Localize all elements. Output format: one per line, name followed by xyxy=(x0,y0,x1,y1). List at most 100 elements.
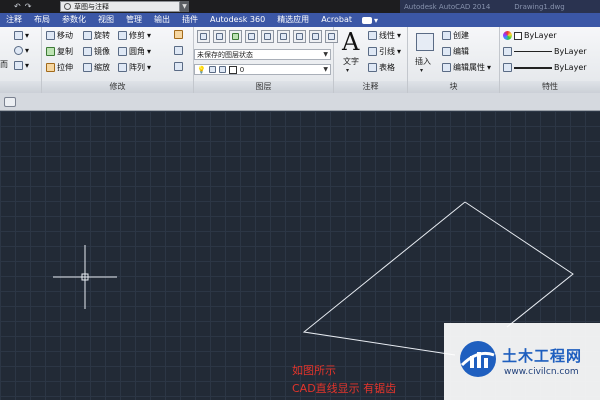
layer-match-button[interactable] xyxy=(293,30,306,43)
table-icon[interactable] xyxy=(368,63,377,72)
tab-acrobat[interactable]: Acrobat xyxy=(315,13,358,27)
layer-properties-icon xyxy=(200,33,207,40)
scale-icon[interactable] xyxy=(83,63,92,72)
edit-block-icon[interactable] xyxy=(442,47,451,56)
insert-button[interactable]: 插入 xyxy=(415,56,431,67)
linear-dimension-icon[interactable] xyxy=(368,31,377,40)
hatch-icon[interactable] xyxy=(14,61,23,70)
tab-parametric[interactable]: 参数化 xyxy=(56,13,92,27)
properties-panel-title[interactable]: 特性 xyxy=(500,81,600,93)
linetype-value[interactable]: ByLayer xyxy=(554,47,587,56)
ribbon-minimize-button[interactable]: ▾ xyxy=(362,16,378,25)
draw-panel-title xyxy=(0,81,41,93)
tab-annotate[interactable]: 注释 xyxy=(0,13,28,27)
layer-iso-button[interactable] xyxy=(229,30,242,43)
edit-attributes-icon[interactable] xyxy=(442,63,451,72)
linetype-icon[interactable] xyxy=(503,47,512,56)
leader-button[interactable]: 引线 xyxy=(379,46,395,57)
layer-state-value: 未保存的图层状态 xyxy=(197,50,253,59)
title-bar: ↶ ↷ 草图与注释 ▼ Autodesk AutoCAD 2014 Drawin… xyxy=(0,0,600,13)
modify-panel-title[interactable]: 修改 xyxy=(42,81,193,93)
create-block-icon[interactable] xyxy=(442,31,451,40)
undo-icon[interactable]: ↶ xyxy=(14,2,21,11)
layer-properties-button[interactable] xyxy=(197,30,210,43)
tab-autodesk-360[interactable]: Autodesk 360 xyxy=(204,13,271,27)
array-icon[interactable] xyxy=(118,63,127,72)
layer-freeze-button[interactable] xyxy=(261,30,274,43)
rotate-icon[interactable] xyxy=(83,31,92,40)
layer-state-button[interactable] xyxy=(213,30,226,43)
layer-state-dropdown[interactable]: 未保存的图层状态 ▼ xyxy=(194,49,331,60)
color-swatch xyxy=(514,31,522,40)
stretch-icon[interactable] xyxy=(46,63,55,72)
cad-line-upper[interactable] xyxy=(464,201,574,328)
table-button[interactable]: 表格 xyxy=(379,62,395,73)
offset-icon[interactable] xyxy=(174,62,183,71)
layer-off-button[interactable] xyxy=(277,30,290,43)
stretch-button[interactable]: 拉伸 xyxy=(57,62,73,73)
trim-icon[interactable] xyxy=(118,31,127,40)
tab-layout[interactable]: 布局 xyxy=(28,13,56,27)
modify-panel: 移动 旋转 修剪 ▾ 复制 镜像 圆角 ▾ 拉伸 缩放 阵列 ▾ 修改 xyxy=(42,27,194,93)
lineweight-value[interactable]: ByLayer xyxy=(554,63,587,72)
modify-row-1: 移动 旋转 修剪 ▾ xyxy=(46,30,151,41)
trim-button[interactable]: 修剪 xyxy=(129,30,145,41)
tab-view[interactable]: 视图 xyxy=(92,13,120,27)
layer-unisolate-button[interactable] xyxy=(245,30,258,43)
edit-button[interactable]: 编辑 xyxy=(453,46,469,57)
layers-panel-title[interactable]: 图层 xyxy=(194,81,333,93)
explode-icon[interactable] xyxy=(174,46,183,55)
tab-featured-apps[interactable]: 精选应用 xyxy=(271,13,315,27)
trim-dropdown-icon[interactable]: ▾ xyxy=(147,31,151,40)
move-button[interactable]: 移动 xyxy=(57,30,73,41)
layer-previous-button[interactable] xyxy=(309,30,322,43)
rectangle-icon[interactable] xyxy=(14,31,23,40)
array-dropdown-icon[interactable]: ▾ xyxy=(147,63,151,72)
move-icon[interactable] xyxy=(46,31,55,40)
create-button[interactable]: 创建 xyxy=(453,30,469,41)
draw-row-1: ▾ xyxy=(14,31,29,40)
leader-icon[interactable] xyxy=(368,47,377,56)
lineweight-row: ByLayer xyxy=(503,63,587,72)
tab-manage[interactable]: 管理 xyxy=(120,13,148,27)
layer-previous-icon xyxy=(312,33,319,40)
copy-icon[interactable] xyxy=(46,47,55,56)
color-value[interactable]: ByLayer xyxy=(524,31,557,40)
array-button[interactable]: 阵列 xyxy=(129,62,145,73)
ellipse-icon[interactable] xyxy=(14,46,23,55)
linear-button[interactable]: 线性 xyxy=(379,30,395,41)
start-tab-icon[interactable] xyxy=(4,97,16,107)
annotation-panel-title[interactable]: 注释 xyxy=(334,81,407,93)
leader-row: 引线 ▾ xyxy=(368,46,401,57)
chevron-down-icon[interactable]: ▾ xyxy=(420,67,423,74)
text-icon[interactable]: A xyxy=(342,29,359,55)
watermark: 土木工程网 www.civilcn.com xyxy=(444,323,600,400)
redo-icon[interactable]: ↷ xyxy=(25,2,32,11)
workspace-dropdown-button[interactable]: ▼ xyxy=(180,1,189,12)
fillet-button[interactable]: 圆角 xyxy=(129,46,145,57)
color-wheel-icon[interactable] xyxy=(503,31,512,40)
cad-line-lower[interactable] xyxy=(302,201,466,356)
layer-dropdown[interactable]: 💡 0 ▼ xyxy=(194,64,331,75)
modify-row-3: 拉伸 缩放 阵列 ▾ xyxy=(46,62,151,73)
lineweight-icon[interactable] xyxy=(503,63,512,72)
workspace-selector[interactable]: 草图与注释 xyxy=(60,1,180,12)
rotate-button[interactable]: 旋转 xyxy=(94,30,110,41)
draw-row-2: ▾ xyxy=(14,46,29,55)
copy-button[interactable]: 复制 xyxy=(57,46,73,57)
tab-plugins[interactable]: 插件 xyxy=(176,13,204,27)
mirror-button[interactable]: 镜像 xyxy=(94,46,110,57)
layer-state-icon xyxy=(216,33,223,40)
chevron-down-icon[interactable]: ▾ xyxy=(346,67,349,74)
block-panel-title[interactable]: 块 xyxy=(408,81,499,93)
mirror-icon[interactable] xyxy=(83,47,92,56)
insert-block-icon[interactable] xyxy=(416,33,434,51)
erase-icon[interactable] xyxy=(174,30,183,39)
edit-attributes-button[interactable]: 编辑属性 xyxy=(453,62,485,73)
text-button[interactable]: 文字 xyxy=(343,56,359,67)
fillet-icon[interactable] xyxy=(118,47,127,56)
tab-output[interactable]: 输出 xyxy=(148,13,176,27)
scale-button[interactable]: 缩放 xyxy=(94,62,110,73)
sun-icon xyxy=(208,66,216,73)
fillet-dropdown-icon[interactable]: ▾ xyxy=(147,47,151,56)
